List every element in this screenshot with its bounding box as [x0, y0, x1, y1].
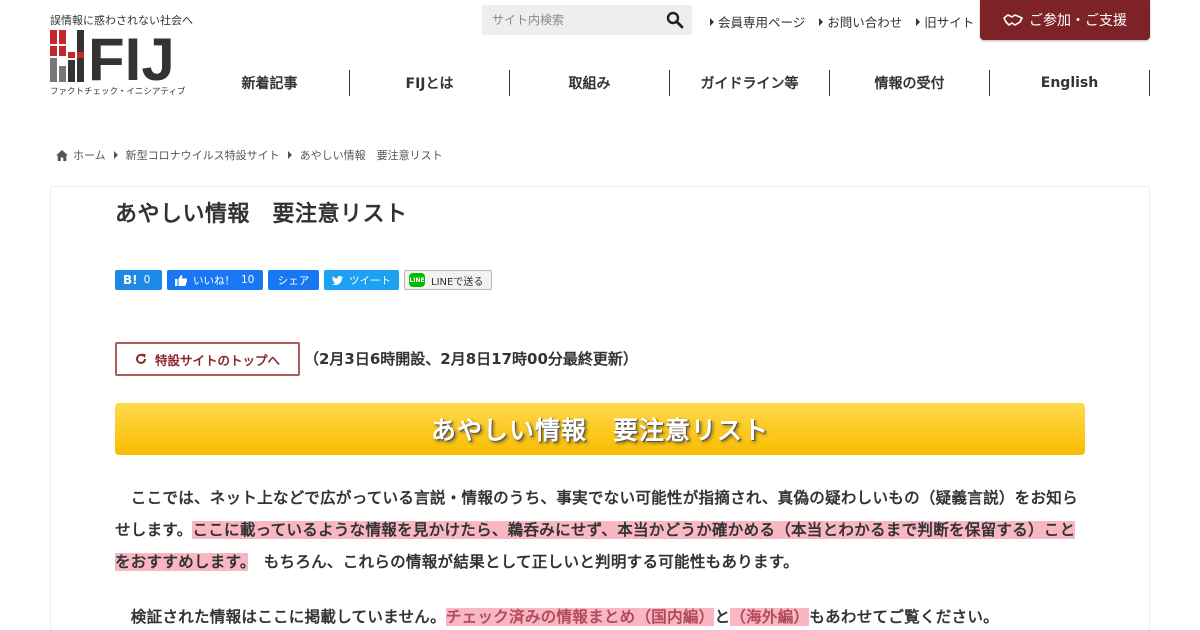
hatena-bookmark-button[interactable]: B! 0	[115, 270, 162, 290]
old-site-link[interactable]: 旧サイト	[916, 12, 974, 31]
nav-item-submissions[interactable]: 情報の受付	[830, 70, 990, 96]
tagline: 誤情報に惑わされない社会へ	[50, 14, 193, 27]
search-input[interactable]	[482, 5, 658, 35]
caret-right-icon	[916, 17, 921, 26]
contact-link[interactable]: お問い合わせ	[819, 12, 902, 31]
refresh-icon	[136, 353, 146, 364]
logo-wordmark: FIJ	[88, 30, 175, 82]
breadcrumb-home[interactable]: ホーム	[73, 147, 106, 163]
nav-item-english[interactable]: English	[990, 70, 1150, 96]
nav-item-activities[interactable]: 取組み	[510, 70, 670, 96]
tweet-button[interactable]: ツイート	[324, 270, 399, 290]
facebook-share-button[interactable]: シェア	[268, 270, 319, 290]
caret-right-icon	[819, 17, 824, 26]
breadcrumb: ホーム 新型コロナウイルス特設サイト あやしい情報 要注意リスト	[56, 147, 443, 163]
line-send-button[interactable]: LINE LINEで送る	[404, 270, 492, 290]
search-icon[interactable]	[666, 11, 684, 29]
title-banner: あやしい情報 要注意リスト	[115, 403, 1085, 455]
handshake-icon	[1003, 14, 1023, 26]
nav-item-about[interactable]: FIJとは	[350, 70, 510, 96]
facebook-like-button[interactable]: いいね！ 10	[167, 270, 263, 290]
thumbs-up-icon	[175, 274, 187, 286]
breadcrumb-current: あやしい情報 要注意リスト	[299, 149, 443, 162]
overseas-checked-link[interactable]: （海外編）	[730, 608, 810, 626]
caret-right-icon	[710, 17, 714, 26]
chevron-right-icon	[287, 151, 292, 159]
share-buttons: B! 0 いいね！ 10 シェア ツイート LINE LINEで送る	[115, 270, 492, 290]
svg-text:FIJ: FIJ	[88, 30, 175, 82]
domestic-checked-link[interactable]: チェック済みの情報まとめ（国内編）	[445, 608, 715, 626]
top-links: 会員専用ページ お問い合わせ 旧サイト	[710, 12, 974, 31]
home-icon	[56, 149, 68, 161]
nav-item-news[interactable]: 新着記事	[190, 70, 350, 96]
chevron-right-icon	[113, 151, 118, 159]
twitter-bird-icon	[332, 275, 343, 285]
nav-item-guidelines[interactable]: ガイドライン等	[670, 70, 830, 96]
join-support-button[interactable]: ご参加・ご支援	[980, 0, 1150, 40]
logo-subtitle: ファクトチェック・イニシアティブ	[50, 87, 186, 97]
hatena-icon: B!	[123, 273, 138, 287]
intro-paragraph: ここでは、ネット上などで広がっている言説・情報のうち、事実でない可能性が指摘され…	[115, 489, 1078, 571]
members-link[interactable]: 会員専用ページ	[710, 12, 805, 31]
breadcrumb-covid-site[interactable]: 新型コロナウイルス特設サイト	[126, 147, 280, 163]
search-box	[482, 5, 692, 35]
site-logo[interactable]: FIJ	[50, 30, 192, 82]
page-title: あやしい情報 要注意リスト	[115, 202, 408, 227]
main-nav: 新着記事 FIJとは 取組み ガイドライン等 情報の受付 English	[190, 70, 1150, 96]
update-info: （2月3日6時開設、2月8日17時00分最終更新）	[304, 350, 638, 368]
special-site-top-button[interactable]: 特設サイトのトップへ	[115, 342, 300, 376]
verified-paragraph: 検証された情報はここに掲載していません。チェック済みの情報まとめ（国内編）と（海…	[115, 608, 999, 626]
line-logo-icon: LINE	[409, 273, 425, 287]
